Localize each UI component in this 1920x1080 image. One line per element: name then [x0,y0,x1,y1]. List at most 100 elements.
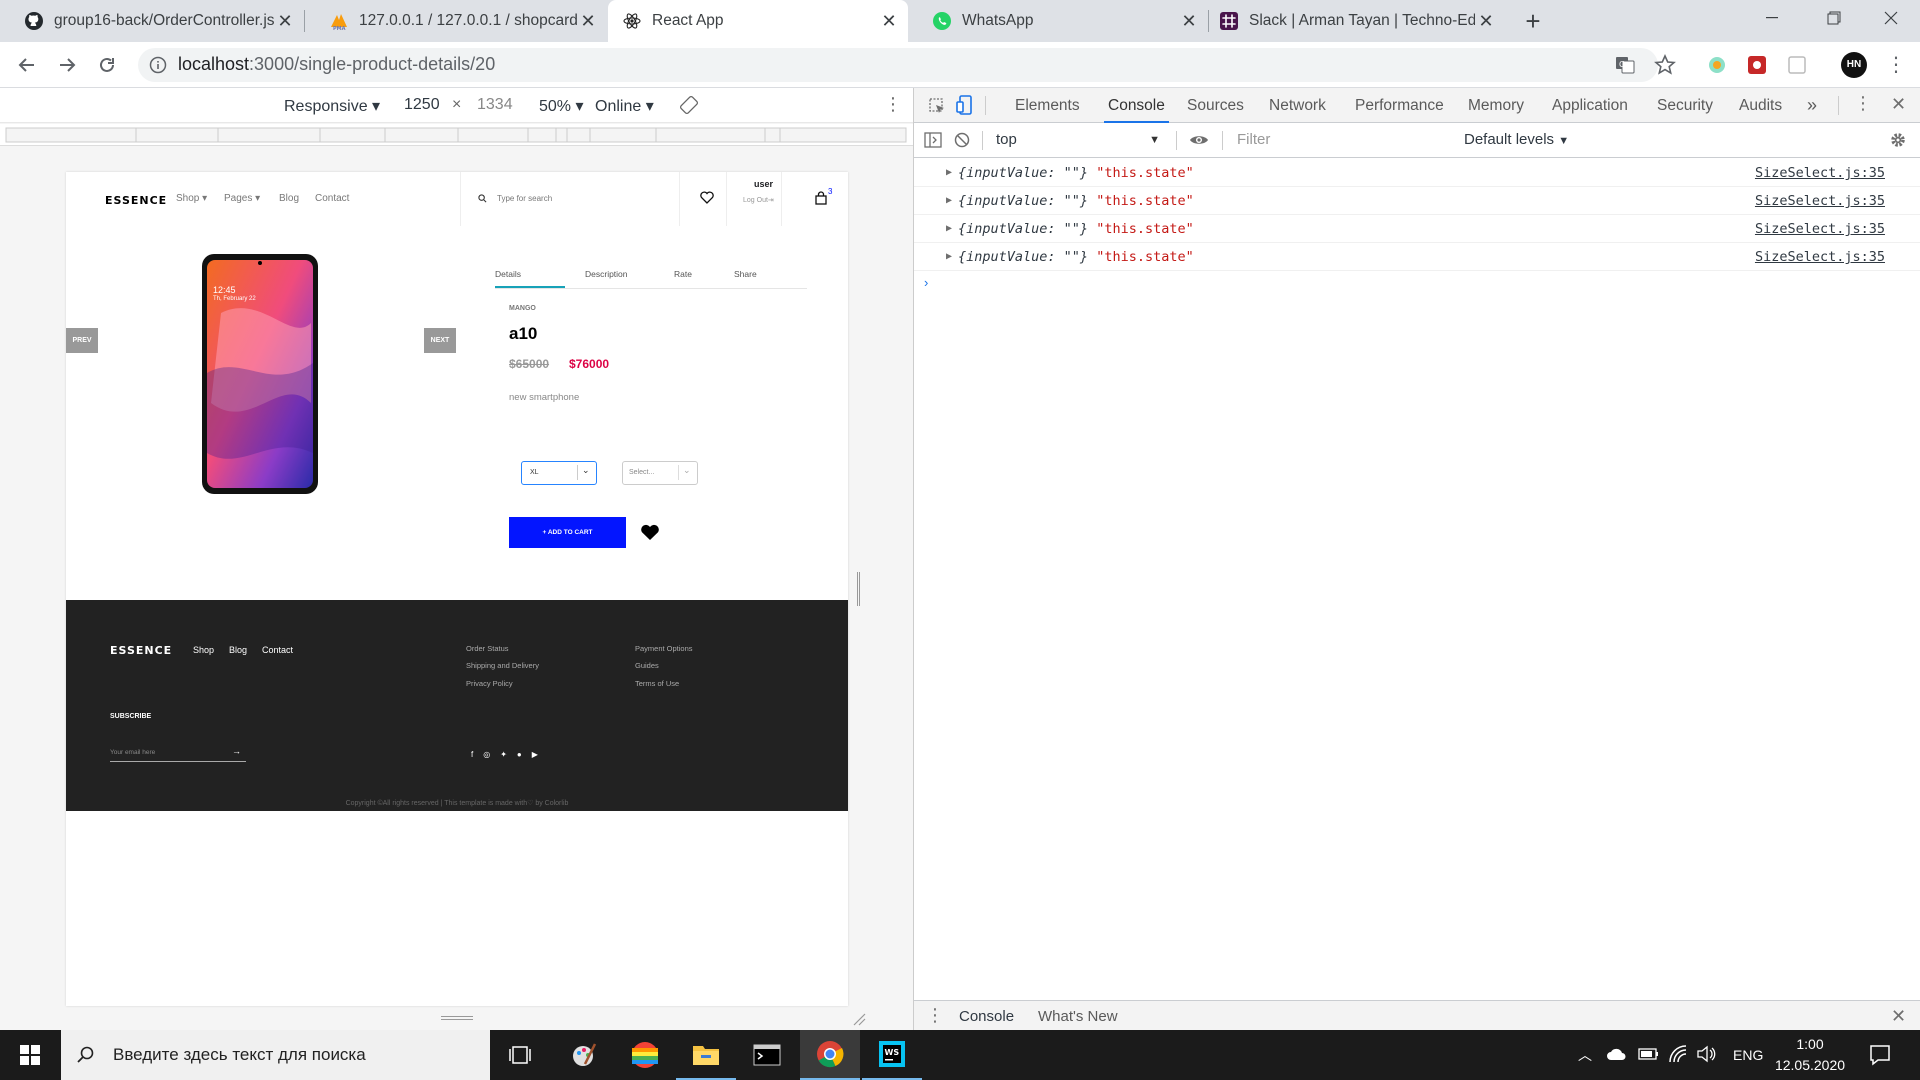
device-toggle-icon[interactable] [956,95,974,115]
network-select[interactable]: Online ▾ [595,96,654,116]
taskbar-app[interactable]: WS [862,1030,922,1080]
devtools-tab-sources[interactable]: Sources [1187,88,1244,123]
bookmark-star-icon[interactable] [1654,54,1676,76]
expand-triangle-icon[interactable]: ▶ [946,215,952,243]
resize-handle-right[interactable] [857,572,860,606]
onedrive-cloud-icon[interactable] [1606,1047,1628,1061]
live-expression-eye-icon[interactable] [1189,133,1209,147]
inspect-element-icon[interactable] [928,97,946,115]
close-tab-icon[interactable]: ✕ [878,10,900,32]
browser-tab[interactable]: WhatsApp ✕ [908,0,1208,42]
devtools-tab-security[interactable]: Security [1657,88,1713,123]
devtools-close-icon[interactable]: ✕ [1891,94,1906,115]
forward-button[interactable] [52,50,82,80]
tab-description[interactable]: Description [585,269,628,279]
extension-icon[interactable] [1746,54,1768,76]
footer-link[interactable]: Terms of Use [635,679,679,688]
footer-link-contact[interactable]: Contact [262,645,293,655]
expand-triangle-icon[interactable]: ▶ [946,187,952,215]
taskbar-search-box[interactable]: Введите здесь текст для поиска [61,1030,490,1080]
extension-icon[interactable] [1786,54,1808,76]
taskbar-app[interactable] [737,1030,797,1080]
next-button[interactable]: NEXT [424,328,456,353]
footer-link[interactable]: Order Status [466,644,509,653]
close-tab-icon[interactable]: ✕ [577,10,599,32]
chrome-menu-icon[interactable]: ⋮ [1886,52,1906,78]
battery-icon[interactable] [1638,1047,1660,1061]
console-filter-input[interactable]: Filter [1231,127,1449,153]
arrow-right-icon[interactable]: → [232,746,241,756]
log-source-link[interactable]: SizeSelect.js:35 [1755,215,1885,243]
logout-link[interactable]: Log Out⇥ [743,196,774,204]
add-to-cart-button[interactable]: + ADD TO CART [509,517,626,548]
tab-details[interactable]: Details [495,269,521,279]
minimize-button[interactable] [1741,0,1803,36]
context-select[interactable]: top ▼ [992,125,1166,155]
footer-logo[interactable]: ESSENCE [110,644,172,657]
volume-icon[interactable] [1697,1045,1717,1063]
footer-link[interactable]: Guides [635,661,659,670]
facebook-icon[interactable]: f [471,750,473,759]
nav-contact[interactable]: Contact [315,193,349,204]
site-search-input[interactable]: Type for search [497,194,552,203]
wishlist-heart-icon[interactable] [700,191,714,204]
width-input[interactable]: 1250 [404,96,440,114]
color-select[interactable]: Select... ⌄ [622,461,698,485]
taskbar-app-active[interactable] [800,1030,860,1080]
close-tab-icon[interactable]: ✕ [274,10,296,32]
devtools-tab-audits[interactable]: Audits [1739,88,1782,123]
height-input[interactable]: 1334 [477,96,513,114]
close-window-button[interactable] [1860,0,1920,36]
extension-icon[interactable] [1706,54,1728,76]
resize-handle-bottom[interactable] [441,1016,473,1020]
zoom-select[interactable]: 50% ▾ [539,96,584,116]
resize-corner-icon[interactable] [852,1012,866,1026]
taskbar-app[interactable] [554,1030,614,1080]
site-logo[interactable]: ESSENCE [105,194,167,207]
browser-tab-active[interactable]: React App ✕ [608,0,908,42]
wifi-icon[interactable] [1668,1044,1688,1064]
footer-link[interactable]: Payment Options [635,644,693,653]
expand-triangle-icon[interactable]: ▶ [946,159,952,187]
size-select[interactable]: XL ⌄ [521,461,597,485]
log-source-link[interactable]: SizeSelect.js:35 [1755,187,1885,215]
drawer-menu-icon[interactable]: ⋮ [926,1005,944,1026]
clear-console-icon[interactable] [954,132,970,148]
taskbar-clock[interactable]: 1:00 12.05.2020 [1770,1034,1850,1076]
back-button[interactable] [12,50,42,80]
console-log-row[interactable]: ▶ {inputValue: ""} "this.state" SizeSele… [914,243,1920,271]
device-mode-select[interactable]: Responsive ▾ [284,96,380,116]
device-more-icon[interactable]: ⋮ [884,94,902,115]
log-source-link[interactable]: SizeSelect.js:35 [1755,243,1885,271]
taskbar-app[interactable] [615,1030,675,1080]
restore-button[interactable] [1803,0,1865,36]
console-log-row[interactable]: ▶ {inputValue: ""} "this.state" SizeSele… [914,187,1920,215]
console-log-row[interactable]: ▶ {inputValue: ""} "this.state" SizeSele… [914,215,1920,243]
nav-pages[interactable]: Pages ▾ [224,193,260,204]
translate-icon[interactable]: G [1614,54,1636,76]
show-hidden-icons[interactable]: ︿ [1578,1030,1592,1080]
drawer-tab-console[interactable]: Console [959,1008,1014,1025]
nav-shop[interactable]: Shop ▾ [176,193,207,204]
tab-share[interactable]: Share [734,269,757,279]
rotate-icon[interactable] [680,96,698,114]
devtools-menu-icon[interactable]: ⋮ [1854,93,1872,114]
console-settings-gear-icon[interactable] [1889,131,1907,149]
pinterest-icon[interactable]: ● [517,750,522,759]
log-source-link[interactable]: SizeSelect.js:35 [1755,159,1885,187]
footer-link-blog[interactable]: Blog [229,645,247,655]
favourite-heart-icon[interactable] [640,524,660,541]
nav-blog[interactable]: Blog [279,193,299,204]
footer-link[interactable]: Shipping and Delivery [466,661,539,670]
input-language[interactable]: ENG [1733,1030,1763,1080]
browser-tab[interactable]: group16-back/OrderController.js ✕ [0,0,304,42]
log-levels-select[interactable]: Default levels ▼ [1464,131,1569,148]
devtools-more-tabs[interactable]: » [1807,88,1817,123]
url-text[interactable]: localhost:3000/single-product-details/20 [178,54,495,75]
cart-bag-icon[interactable] [815,191,827,205]
devtools-tab-network[interactable]: Network [1269,88,1326,123]
devtools-tab-memory[interactable]: Memory [1468,88,1524,123]
drawer-close-icon[interactable]: ✕ [1891,1006,1906,1027]
browser-tab[interactable]: PMA 127.0.0.1 / 127.0.0.1 / shopcard / ✕ [305,0,607,42]
reload-button[interactable] [92,50,122,80]
